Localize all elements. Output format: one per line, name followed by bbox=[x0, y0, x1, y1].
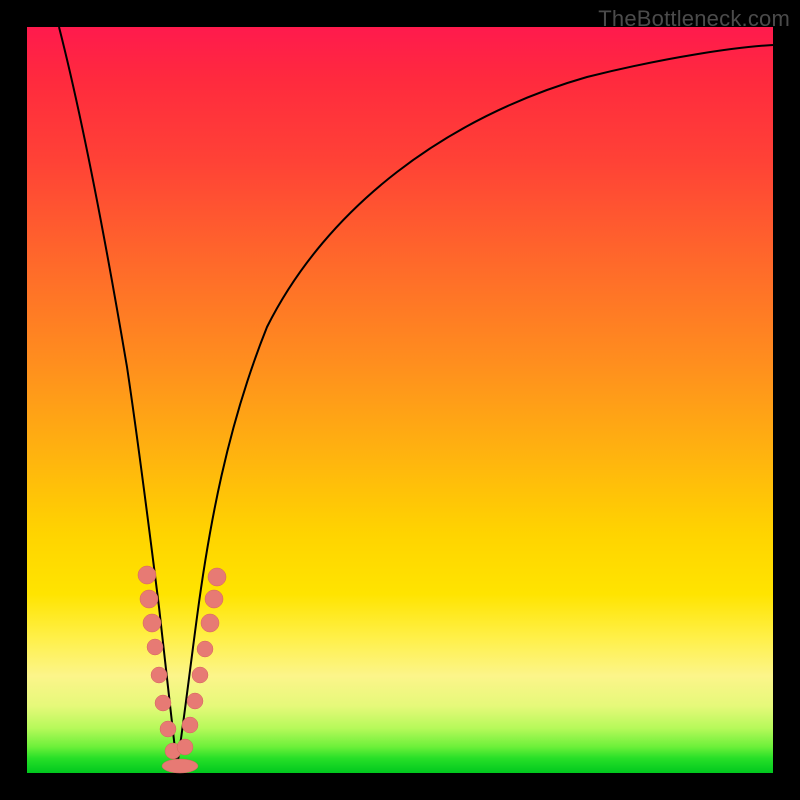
watermark-text: TheBottleneck.com bbox=[598, 6, 790, 32]
plot-area bbox=[27, 27, 773, 773]
chart-svg bbox=[27, 27, 773, 773]
outer-frame: TheBottleneck.com bbox=[0, 0, 800, 800]
sample-dots bbox=[138, 566, 226, 773]
bottleneck-curve bbox=[59, 27, 773, 767]
